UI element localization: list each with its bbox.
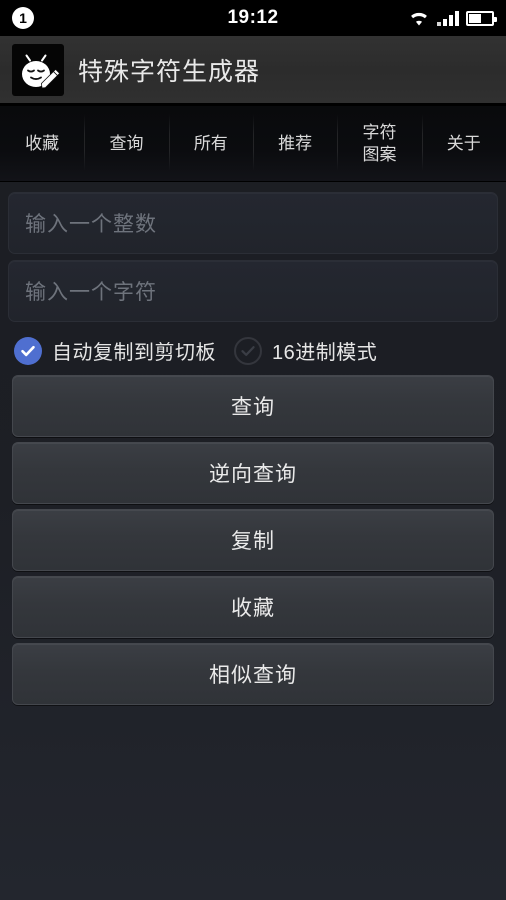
tab-recommend[interactable]: 推荐 (252, 106, 337, 181)
query-button[interactable]: 查询 (12, 375, 494, 437)
button-label: 相似查询 (209, 664, 297, 687)
status-bar: 1 19:12 (0, 0, 506, 36)
tab-label: 关于 (446, 133, 481, 153)
button-label: 查询 (231, 396, 275, 419)
battery-icon (466, 10, 497, 26)
check-icon (21, 345, 35, 356)
button-label: 复制 (231, 530, 275, 553)
char-input-placeholder: 输入一个字符 (25, 281, 157, 304)
tab-all[interactable]: 所有 (168, 106, 253, 181)
integer-input-placeholder: 输入一个整数 (25, 213, 157, 236)
tab-label: 推荐 (278, 133, 313, 153)
wifi-icon (408, 9, 430, 27)
options-row: 自动复制到剪切板 16进制模式 (4, 328, 502, 375)
char-input[interactable]: 输入一个字符 (8, 260, 498, 322)
hex-mode-checkbox[interactable] (234, 336, 262, 365)
notification-count-icon: 1 (12, 7, 34, 29)
hex-mode-label: 16进制模式 (272, 342, 378, 364)
app-screen: 1 19:12 特殊字符生成器 收藏 查询 所有 推荐 字符 图案 关于 输入一… (0, 0, 506, 900)
button-label: 逆向查询 (209, 463, 297, 486)
sidebar-item-favorites[interactable]: 收藏 (0, 106, 84, 181)
tab-bar: 收藏 查询 所有 推荐 字符 图案 关于 (0, 106, 506, 182)
tab-label: 查询 (109, 133, 144, 153)
button-label: 收藏 (231, 597, 275, 620)
action-button-list: 查询 逆向查询 复制 收藏 相似查询 (4, 375, 502, 705)
tab-label: 收藏 (25, 133, 60, 153)
integer-input[interactable]: 输入一个整数 (8, 192, 498, 254)
signal-bars-icon (437, 10, 459, 26)
app-header: 特殊字符生成器 (0, 36, 506, 106)
app-logo-icon (12, 43, 64, 96)
page-title: 特殊字符生成器 (78, 57, 261, 86)
tab-about[interactable]: 关于 (421, 106, 506, 181)
copy-button[interactable]: 复制 (12, 509, 494, 571)
status-bar-right (408, 9, 497, 27)
tab-query[interactable]: 查询 (84, 106, 168, 181)
main-content: 输入一个整数 输入一个字符 自动复制到剪切板 16进制模式 查询 逆向查询 复制… (0, 182, 506, 705)
tab-label: 所有 (193, 133, 228, 153)
auto-copy-label: 自动复制到剪切板 (52, 342, 216, 364)
check-icon (241, 345, 255, 356)
tab-char-pattern[interactable]: 字符 图案 (337, 106, 421, 181)
reverse-query-button[interactable]: 逆向查询 (12, 442, 494, 504)
auto-copy-checkbox[interactable] (14, 336, 42, 365)
similar-query-button[interactable]: 相似查询 (12, 643, 494, 705)
tab-label: 字符 图案 (362, 123, 397, 164)
status-bar-left: 1 (12, 7, 132, 29)
favorite-button[interactable]: 收藏 (12, 576, 494, 638)
